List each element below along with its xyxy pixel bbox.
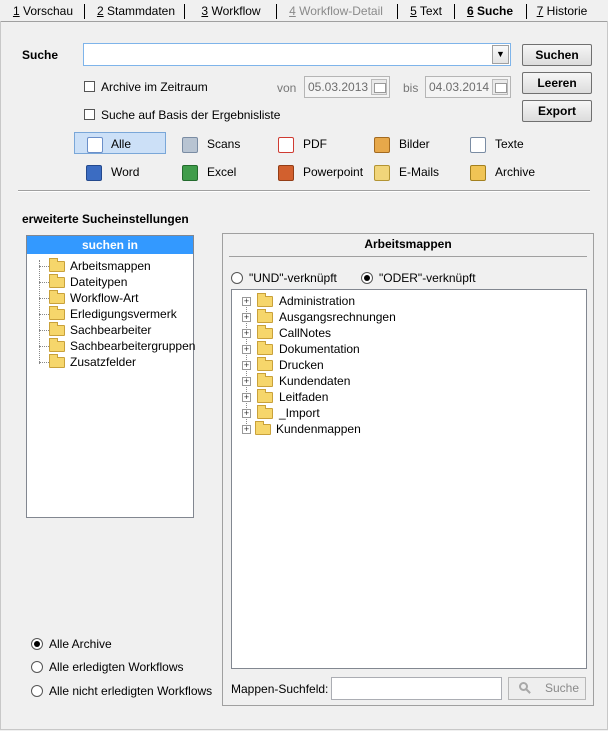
filetype-pdf[interactable]: PDF [272,133,358,155]
folder-tree[interactable]: + Administration + Ausgangsrechnungen + … [231,289,587,669]
scope-radio-alle-archive[interactable] [31,638,43,650]
expand-icon[interactable]: + [242,377,251,386]
ergebnisliste-label: Suche auf Basis der Ergebnisliste [101,108,281,122]
tab-vorschau[interactable]: 1 Vorschau [10,2,76,20]
scope-radio-nicht-erledigte[interactable] [31,685,43,697]
suchen-in-header: suchen in [27,236,193,254]
calendar-icon[interactable] [371,79,387,95]
scope-label-erledigte: Alle erledigten Workflows [49,660,184,674]
suchen-in-list[interactable]: suchen in Arbeitsmappen Dateitypen Workf… [26,235,195,518]
expand-icon[interactable]: + [242,393,251,402]
folder-icon [257,405,273,419]
email-icon [374,165,390,181]
advanced-title: erweiterte Sucheinstellungen [22,212,189,226]
tab-stammdaten[interactable]: 2 Stammdaten [96,2,176,20]
bis-label: bis [403,81,419,95]
tab-suche[interactable]: 6 Suche [462,2,518,20]
leeren-button[interactable]: Leeren [522,72,592,94]
filetype-scans[interactable]: Scans [176,133,262,155]
powerpoint-icon [278,165,294,181]
folder-icon [257,293,273,307]
filetype-bilder[interactable]: Bilder [368,133,454,155]
folder-icon [49,290,65,304]
export-button[interactable]: Export [522,100,592,122]
bis-date-field[interactable]: 04.03.2014 [425,76,511,98]
scope-radio-erledigte[interactable] [31,661,43,673]
folder-icon [257,309,273,323]
word-icon [86,165,102,181]
folder-icon [49,258,65,272]
calendar-icon[interactable] [492,79,508,95]
folder-icon [257,373,273,387]
star-doc-icon [87,137,103,153]
filetype-archive[interactable]: Archive [464,161,550,183]
von-label: von [277,81,297,95]
ergebnisliste-checkbox[interactable] [84,109,95,120]
expand-icon[interactable]: + [242,361,251,370]
filetype-alle[interactable]: Alle [74,132,166,154]
tab-historie[interactable]: 7 Historie [534,2,590,20]
folder-icon [257,389,273,403]
folder-icon [257,325,273,339]
folder-icon [257,357,273,371]
und-label: "UND"-verknüpft [249,271,337,285]
filetype-emails[interactable]: E-Mails [368,161,454,183]
search-input[interactable] [84,44,492,65]
archive-zeitraum-checkbox[interactable] [84,81,95,92]
text-icon [470,137,486,153]
mappen-suchfeld-input[interactable] [331,677,502,700]
folder-icon [49,338,65,352]
expand-icon[interactable]: + [242,297,251,306]
folder-icon [49,354,65,368]
expand-icon[interactable]: + [242,425,251,434]
expand-icon[interactable]: + [242,329,251,338]
expand-icon[interactable]: + [242,313,251,322]
oder-label: "ODER"-verknüpft [379,271,476,285]
filetype-excel[interactable]: Excel [176,161,262,183]
tab-bar: 1 Vorschau 2 Stammdaten 3 Workflow 4 Wor… [0,0,608,22]
filetype-word[interactable]: Word [80,161,166,183]
scope-label-nicht-erledigte: Alle nicht erledigten Workflows [49,684,213,698]
folder-icon [49,306,65,320]
scope-label-alle-archive: Alle Archive [49,637,112,651]
scanner-icon [182,137,198,153]
pdf-icon [278,137,294,153]
tab-workflow[interactable]: 3 Workflow [196,2,266,20]
mappen-suche-button[interactable]: Suche [508,677,586,700]
folder-icon [255,421,271,435]
tab-text[interactable]: 5 Text [405,2,447,20]
expand-icon[interactable]: + [242,345,251,354]
archive-icon [470,165,486,181]
expand-icon[interactable]: + [242,409,251,418]
chevron-down-icon[interactable]: ▼ [492,45,509,64]
search-label: Suche [22,48,59,62]
folder-icon [49,274,65,288]
folder-icon [257,341,273,355]
filetype-powerpoint[interactable]: Powerpoint [272,161,364,183]
arbeitsmappen-title: Arbeitsmappen [364,237,452,251]
mappen-suchfeld-label: Mappen-Suchfeld: [231,682,329,696]
excel-icon [182,165,198,181]
von-date-field[interactable]: 05.03.2013 [304,76,390,98]
tab-workflow-detail: 4 Workflow-Detail [289,4,383,18]
filetype-texte[interactable]: Texte [464,133,550,155]
arbeitsmappen-group: Arbeitsmappen "UND"-verknüpft "ODER"-ver… [222,233,594,706]
suchen-button[interactable]: Suchen [522,44,592,66]
divider [18,190,590,192]
folder-icon [49,322,65,336]
image-icon [374,137,390,153]
und-radio[interactable] [231,272,243,284]
archive-zeitraum-label: Archive im Zeitraum [101,80,208,94]
oder-radio[interactable] [361,272,373,284]
search-combobox[interactable]: ▼ [83,43,511,66]
